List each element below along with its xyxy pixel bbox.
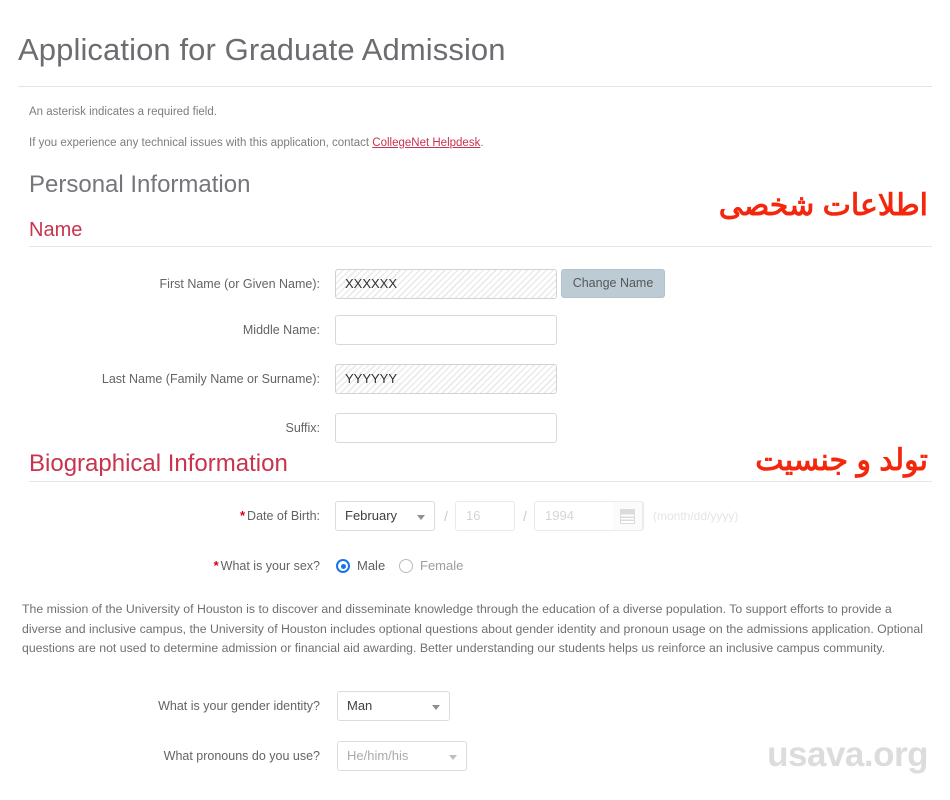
change-name-button[interactable]: Change Name <box>561 269 665 298</box>
chevron-down-icon <box>449 755 457 760</box>
sex-question-row: * What is your sex? <box>0 551 320 581</box>
dob-day-input[interactable]: 16 <box>455 501 515 531</box>
first-name-label: First Name (or Given Name): <box>159 277 320 291</box>
middle-name-label: Middle Name: <box>242 323 320 337</box>
pronouns-label: What pronouns do you use? <box>163 749 320 763</box>
calendar-picker-button[interactable] <box>613 501 643 531</box>
sex-option-female[interactable]: Female <box>399 551 463 581</box>
collegenet-helpdesk-link[interactable]: CollegeNet Helpdesk <box>372 137 480 149</box>
section-heading-personal-information: Personal Information <box>29 171 251 198</box>
dob-month-value: February <box>345 508 398 523</box>
gender-identity-label: What is your gender identity? <box>158 699 320 713</box>
name-heading-divider <box>29 246 932 247</box>
calendar-icon <box>619 508 635 524</box>
dob-separator-2: / <box>523 508 527 524</box>
radio-selected-icon[interactable] <box>336 559 350 573</box>
last-name-row: Last Name (Family Name or Surname): <box>0 364 320 394</box>
suffix-input[interactable] <box>335 413 557 443</box>
site-watermark: usava.org <box>767 735 928 774</box>
sex-question-label: * What is your sex? <box>0 551 320 581</box>
last-name-input[interactable]: YYYYYY <box>335 364 557 394</box>
gender-identity-row: What is your gender identity? <box>0 691 320 721</box>
middle-name-row: Middle Name: <box>0 315 320 345</box>
dob-format-hint: (month/dd/yyyy) <box>653 509 739 523</box>
annotation-personal-information-fa: اطلاعات شخصی <box>718 189 928 222</box>
gender-identity-select[interactable]: Man <box>337 691 450 721</box>
radio-unselected-icon[interactable] <box>399 559 413 573</box>
pronouns-value: He/him/his <box>347 748 409 763</box>
last-name-label: Last Name (Family Name or Surname): <box>101 372 320 386</box>
sex-option-female-label: Female <box>420 558 464 573</box>
helpdesk-note: If you experience any technical issues w… <box>29 137 484 149</box>
subsection-heading-name: Name <box>29 219 83 241</box>
required-field-note: An asterisk indicates a required field. <box>29 106 217 118</box>
sex-radio-group: Male Female <box>336 551 556 581</box>
helpdesk-note-prefix: If you experience any technical issues w… <box>29 137 373 149</box>
pronouns-row: What pronouns do you use? <box>0 741 320 771</box>
chevron-down-icon <box>432 705 440 710</box>
mission-statement-paragraph: The mission of the University of Houston… <box>22 602 923 656</box>
pronouns-select[interactable]: He/him/his <box>337 741 467 771</box>
helpdesk-note-suffix: . <box>480 137 484 149</box>
first-name-input[interactable]: XXXXXX <box>335 269 557 299</box>
gender-identity-value: Man <box>347 698 373 713</box>
biographical-heading-divider <box>29 481 932 482</box>
suffix-row: Suffix: <box>0 413 320 443</box>
title-divider <box>18 86 932 87</box>
sex-option-male-label: Male <box>357 558 386 573</box>
page-title: Application for Graduate Admission <box>18 32 506 67</box>
suffix-label: Suffix: <box>285 421 320 435</box>
first-name-row: First Name (or Given Name): <box>0 269 320 299</box>
chevron-down-icon <box>417 515 425 520</box>
sex-option-male[interactable]: Male <box>336 551 385 581</box>
dob-month-select[interactable]: February <box>335 501 435 531</box>
sex-question-label-text: What is your sex? <box>220 559 320 573</box>
section-heading-biographical-information: Biographical Information <box>29 450 288 477</box>
annotation-birth-and-gender-fa: تولد و جنسیت <box>755 444 928 477</box>
date-of-birth-label-text: Date of Birth: <box>247 509 320 523</box>
application-form-page: Application for Graduate Admission An as… <box>0 0 950 800</box>
dob-separator-1: / <box>444 508 448 524</box>
date-of-birth-row: * Date of Birth: <box>0 501 320 531</box>
middle-name-input[interactable] <box>335 315 557 345</box>
required-asterisk-icon: * <box>213 558 219 573</box>
date-of-birth-label: * Date of Birth: <box>0 501 320 531</box>
required-asterisk-icon: * <box>239 508 246 523</box>
